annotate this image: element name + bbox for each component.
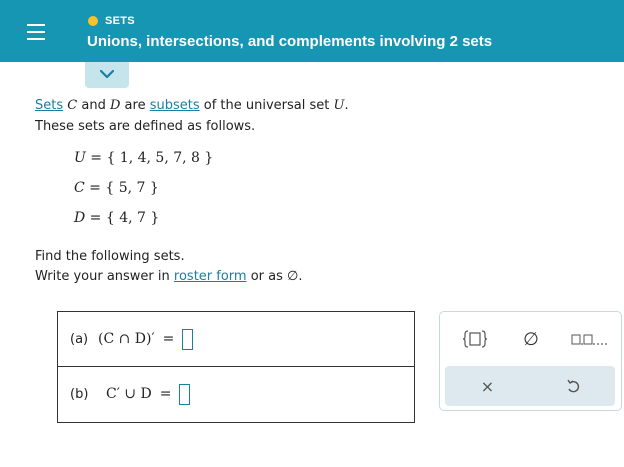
definition-c: C = { 5, 7 } — [74, 180, 159, 196]
answer-row-b: (b) C′ ∪ D = — [58, 367, 414, 421]
roster-form-link[interactable]: roster form — [174, 269, 247, 284]
problem-defined-text: These sets are defined as follows. — [35, 119, 256, 134]
answer-input-b[interactable] — [179, 383, 191, 405]
answer-expr-b: C′ ∪ D — [106, 386, 152, 402]
var-d: D — [109, 98, 121, 113]
topic-status-dot — [88, 16, 98, 26]
sets-link[interactable]: Sets — [35, 98, 63, 113]
var-u: U — [333, 98, 345, 113]
def-eq-c: = — [84, 180, 106, 196]
def-var-u: U — [74, 150, 86, 166]
empty-set-symbol: ∅ — [287, 269, 299, 284]
answer-eq-a: = — [162, 331, 175, 347]
expand-toggle-button[interactable] — [85, 62, 129, 88]
answer-table: (a) (C ∩ D)′ = (b) C′ ∪ D = — [57, 311, 415, 423]
text-or-as: or as — [250, 269, 283, 284]
clear-icon: × — [480, 376, 495, 396]
answer-label-b: (b) — [70, 386, 89, 402]
empty-set-button[interactable]: ∅ — [506, 324, 556, 354]
text-are: are — [124, 98, 146, 113]
braces-button[interactable] — [450, 324, 500, 354]
definition-u: U = { 1, 4, 5, 7, 8 } — [74, 150, 213, 166]
topic-row: SETS — [88, 14, 135, 28]
answer-input-a[interactable] — [182, 328, 194, 350]
problem-intro: Sets C and D are subsets of the universa… — [35, 97, 349, 114]
undo-button[interactable] — [530, 366, 615, 406]
subsets-link[interactable]: subsets — [150, 98, 200, 113]
top-bar: SETS Unions, intersections, and compleme… — [0, 0, 624, 62]
math-keypad: ∅ × — [439, 311, 622, 411]
def-eq-u: = — [85, 150, 107, 166]
chevron-down-icon — [100, 70, 114, 79]
def-set-d: { 4, 7 } — [105, 210, 160, 226]
problem-find-text: Find the following sets. — [35, 249, 185, 264]
text-and: and — [81, 98, 106, 113]
def-eq-d: = — [85, 210, 106, 226]
def-set-c: { 5, 7 } — [105, 180, 159, 196]
list-button[interactable] — [562, 324, 617, 354]
hamburger-menu-icon[interactable] — [27, 24, 45, 40]
empty-set-icon: ∅ — [523, 328, 539, 350]
def-var-c: C — [74, 180, 85, 196]
definition-d: D = { 4, 7 } — [74, 210, 159, 226]
list-boxes-icon — [571, 334, 607, 345]
page-title: Unions, intersections, and complements i… — [87, 33, 493, 50]
problem-instructions: Write your answer in roster form or as ∅… — [35, 268, 303, 285]
def-var-d: D — [74, 210, 86, 226]
clear-button[interactable]: × — [445, 366, 530, 406]
answer-expr-a: (C ∩ D)′ — [98, 331, 155, 347]
answer-eq-b: = — [159, 386, 172, 402]
answer-label-a: (a) — [70, 331, 89, 347]
topic-label: SETS — [105, 15, 135, 27]
var-c: C — [67, 98, 78, 113]
answer-row-a: (a) (C ∩ D)′ = — [58, 312, 414, 367]
text-end-period: . — [298, 269, 303, 284]
text-period: . — [344, 98, 349, 113]
text-universal: of the universal set — [203, 98, 330, 113]
text-write-answer: Write your answer in — [35, 269, 170, 284]
braces-box-icon — [462, 330, 488, 348]
undo-icon — [566, 379, 579, 393]
keypad-action-bar: × — [445, 366, 615, 406]
def-set-u: { 1, 4, 5, 7, 8 } — [106, 150, 214, 166]
